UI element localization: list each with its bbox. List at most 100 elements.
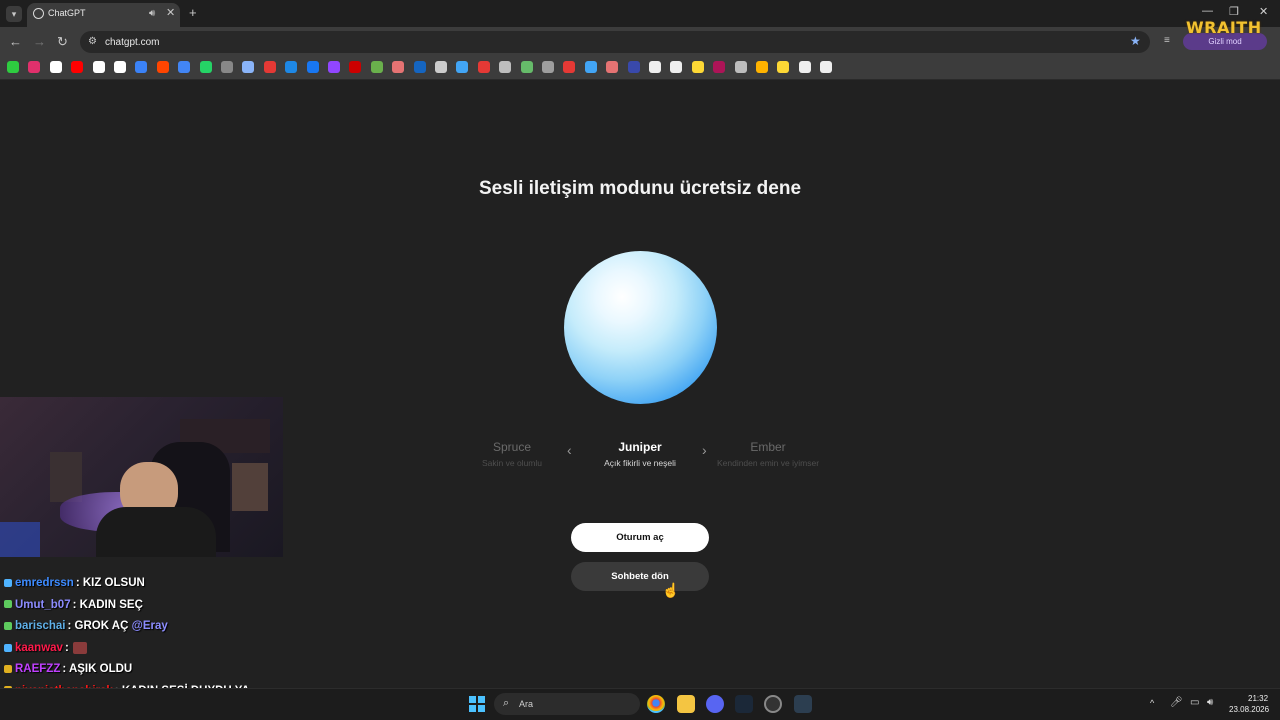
bookmark-icon[interactable] [135, 61, 148, 73]
discord-icon[interactable] [706, 695, 724, 713]
bookmark-icon[interactable] [627, 61, 640, 73]
chevron-left-icon[interactable]: ‹ [567, 442, 572, 458]
chat-message: barischai: GROK AÇ @Eray [4, 620, 168, 632]
bookmark-icon[interactable] [435, 61, 447, 73]
microphone-icon[interactable]: 🎤︎ [1170, 697, 1183, 708]
bookmark-icon[interactable] [263, 61, 276, 73]
taskbar-search-input[interactable] [494, 693, 640, 715]
network-icon[interactable]: ▭ [1190, 697, 1199, 708]
bookmark-icon[interactable] [392, 61, 405, 73]
clock-time[interactable]: 21:32 [1248, 694, 1268, 703]
speaker-icon[interactable]: 🔊︎ [149, 8, 155, 19]
bookmark-icon[interactable] [691, 61, 704, 73]
bookmark-icon[interactable] [670, 61, 683, 73]
webcam-overlay [0, 397, 283, 557]
bookmark-icon[interactable] [92, 61, 105, 73]
hand-cursor-icon: ☝ [662, 582, 680, 598]
close-tab-icon[interactable]: ✕ [166, 6, 175, 19]
reading-list-icon[interactable]: ≡ [1164, 35, 1170, 46]
site-info-icon[interactable]: ⚙ [88, 36, 97, 47]
bookmark-icon[interactable] [178, 61, 191, 73]
chat-message: Umut_b07: KADIN SEÇ [4, 599, 143, 611]
bookmark-icon[interactable] [477, 61, 490, 73]
volume-icon[interactable]: 🔊︎ [1207, 697, 1213, 708]
chat-username: kaanwav [15, 641, 63, 654]
bookmark-icon[interactable] [456, 61, 469, 73]
bookmark-icon[interactable] [606, 61, 619, 73]
bookmark-icon[interactable] [7, 61, 19, 73]
bookmark-icon[interactable] [413, 61, 426, 73]
voice-name-prev[interactable]: Spruce [452, 440, 572, 454]
chat-badge-icon [4, 621, 12, 630]
back-icon[interactable]: ← [9, 34, 22, 49]
bookmark-icon[interactable] [349, 61, 362, 73]
chevron-right-icon[interactable]: › [702, 442, 707, 458]
bookmark-icon[interactable] [370, 61, 383, 73]
back-to-chat-button[interactable]: Sohbete dön [571, 562, 709, 591]
bookmark-icon[interactable] [713, 61, 726, 73]
chat-text: : [64, 641, 69, 654]
bookmark-icon[interactable] [798, 61, 811, 73]
start-windows-icon[interactable] [469, 696, 485, 712]
bookmarks-bar [0, 57, 1280, 80]
bookmark-icon[interactable] [221, 61, 233, 73]
bookmark-star-icon[interactable]: ★ [1130, 34, 1141, 48]
chat-message: RAEFZZ: AŞIK OLDU [4, 663, 132, 675]
bookmark-icon[interactable] [520, 61, 533, 73]
page-title: Sesli iletişim modunu ücretsiz dene [478, 178, 802, 199]
bookmark-icon[interactable] [285, 61, 298, 73]
steam-icon[interactable] [735, 695, 753, 713]
chatgpt-favicon-icon [33, 8, 44, 19]
tab-search-menu-icon[interactable]: ▾ [6, 6, 22, 22]
chat-username: Umut_b07 [15, 598, 71, 611]
bookmark-icon[interactable] [542, 61, 554, 73]
search-icon: ⌕ [503, 697, 510, 709]
calculator-icon[interactable] [794, 695, 812, 713]
voice-desc-next: Kendinden emin ve iyimser [716, 458, 820, 468]
window-close-icon[interactable]: ✕ [1259, 5, 1268, 18]
bookmark-icon[interactable] [306, 61, 319, 73]
new-tab-icon[interactable]: + [189, 5, 197, 20]
login-button[interactable]: Oturum aç [571, 523, 709, 552]
bookmark-icon[interactable] [156, 61, 169, 73]
obs-icon[interactable] [764, 695, 782, 713]
chat-message: kaanwav: [4, 641, 87, 654]
bookmark-icon[interactable] [649, 61, 661, 73]
bookmark-icon[interactable] [734, 61, 747, 73]
restore-icon[interactable]: ❐ [1229, 5, 1239, 18]
bookmark-icon[interactable] [328, 61, 340, 73]
minimize-icon[interactable]: — [1202, 5, 1213, 17]
file-explorer-icon[interactable] [677, 695, 695, 713]
reload-icon[interactable]: ↻ [57, 34, 68, 50]
chat-badge-icon [4, 664, 12, 673]
forward-icon[interactable]: → [33, 34, 46, 49]
taskbar-search-placeholder: Ara [519, 699, 534, 709]
voice-name-next[interactable]: Ember [708, 440, 828, 454]
chevron-up-icon[interactable]: ^ [1150, 698, 1154, 708]
bookmark-icon[interactable] [499, 61, 512, 73]
chat-badge-icon [4, 643, 12, 652]
bookmark-icon[interactable] [756, 61, 768, 73]
bookmark-icon[interactable] [820, 61, 833, 73]
bookmark-icon[interactable] [199, 61, 212, 73]
bookmark-icon[interactable] [114, 61, 126, 73]
address-bar[interactable] [80, 31, 1150, 53]
bookmark-icon[interactable] [563, 61, 576, 73]
chat-text: : KADIN SEÇ [72, 598, 143, 611]
url-text[interactable]: chatgpt.com [105, 37, 159, 48]
clock-date[interactable]: 23.08.2026 [1229, 705, 1269, 714]
voice-orb [564, 251, 717, 404]
bookmark-icon[interactable] [28, 61, 41, 73]
bookmark-icon[interactable] [777, 61, 790, 73]
chrome-taskbar-icon[interactable] [647, 695, 665, 713]
chat-username: RAEFZZ [15, 663, 61, 675]
bookmark-icon[interactable] [242, 61, 255, 73]
chat-text: : KIZ OLSUN [75, 577, 145, 589]
bookmark-icon[interactable] [71, 61, 84, 73]
chat-badge-icon [4, 578, 12, 587]
bookmark-icon[interactable] [584, 61, 597, 73]
stream-logo: WRAITH [1186, 18, 1262, 37]
bookmark-icon[interactable] [49, 61, 62, 73]
tab-title: ChatGPT [48, 8, 86, 18]
chat-emote-icon [72, 641, 87, 654]
